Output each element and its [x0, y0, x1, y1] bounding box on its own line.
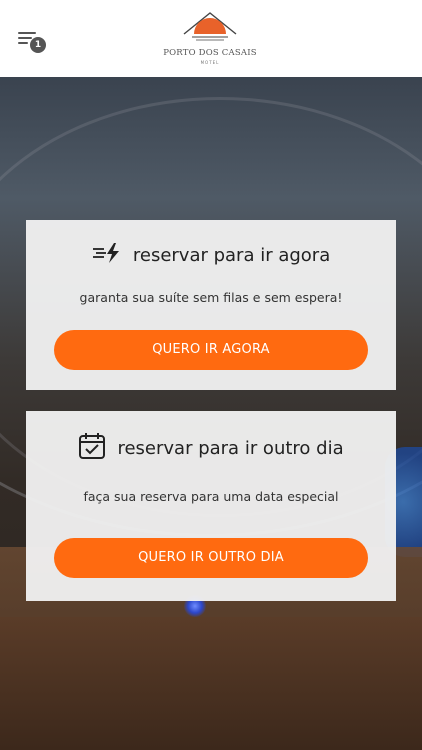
reserve-now-card: reservar para ir agora garanta sua suíte…: [26, 220, 396, 390]
logo-subtitle: MOTEL: [200, 60, 220, 65]
reserve-now-button[interactable]: QUERO IR AGORA: [54, 330, 368, 370]
reserve-now-header: reservar para ir agora: [26, 242, 396, 268]
reserve-now-title: reservar para ir agora: [132, 244, 331, 266]
fast-lightning-icon: [92, 242, 122, 268]
menu-icon-line: [18, 37, 32, 39]
menu-button[interactable]: 1: [16, 28, 52, 56]
reserve-later-card: reservar para ir outro dia faça sua rese…: [26, 411, 396, 601]
app-header: 1 PORTO DOS CASAIS MOTEL: [0, 0, 422, 77]
reserve-later-title: reservar para ir outro dia: [117, 437, 344, 459]
reserve-later-button[interactable]: QUERO IR OUTRO DIA: [54, 538, 368, 578]
logo-name: PORTO DOS CASAIS: [163, 48, 257, 58]
logo-sun-icon: [183, 12, 237, 41]
reserve-later-subtitle: faça sua reserva para uma data especial: [83, 489, 339, 504]
reserve-later-header: reservar para ir outro dia: [26, 432, 396, 464]
menu-icon-line: [18, 42, 28, 44]
reserve-now-subtitle: garanta sua suíte sem filas e sem espera…: [79, 290, 343, 305]
notification-badge: 1: [30, 37, 46, 53]
logo: PORTO DOS CASAIS MOTEL: [160, 10, 260, 68]
menu-icon: [18, 32, 36, 34]
calendar-check-icon: [78, 432, 106, 464]
